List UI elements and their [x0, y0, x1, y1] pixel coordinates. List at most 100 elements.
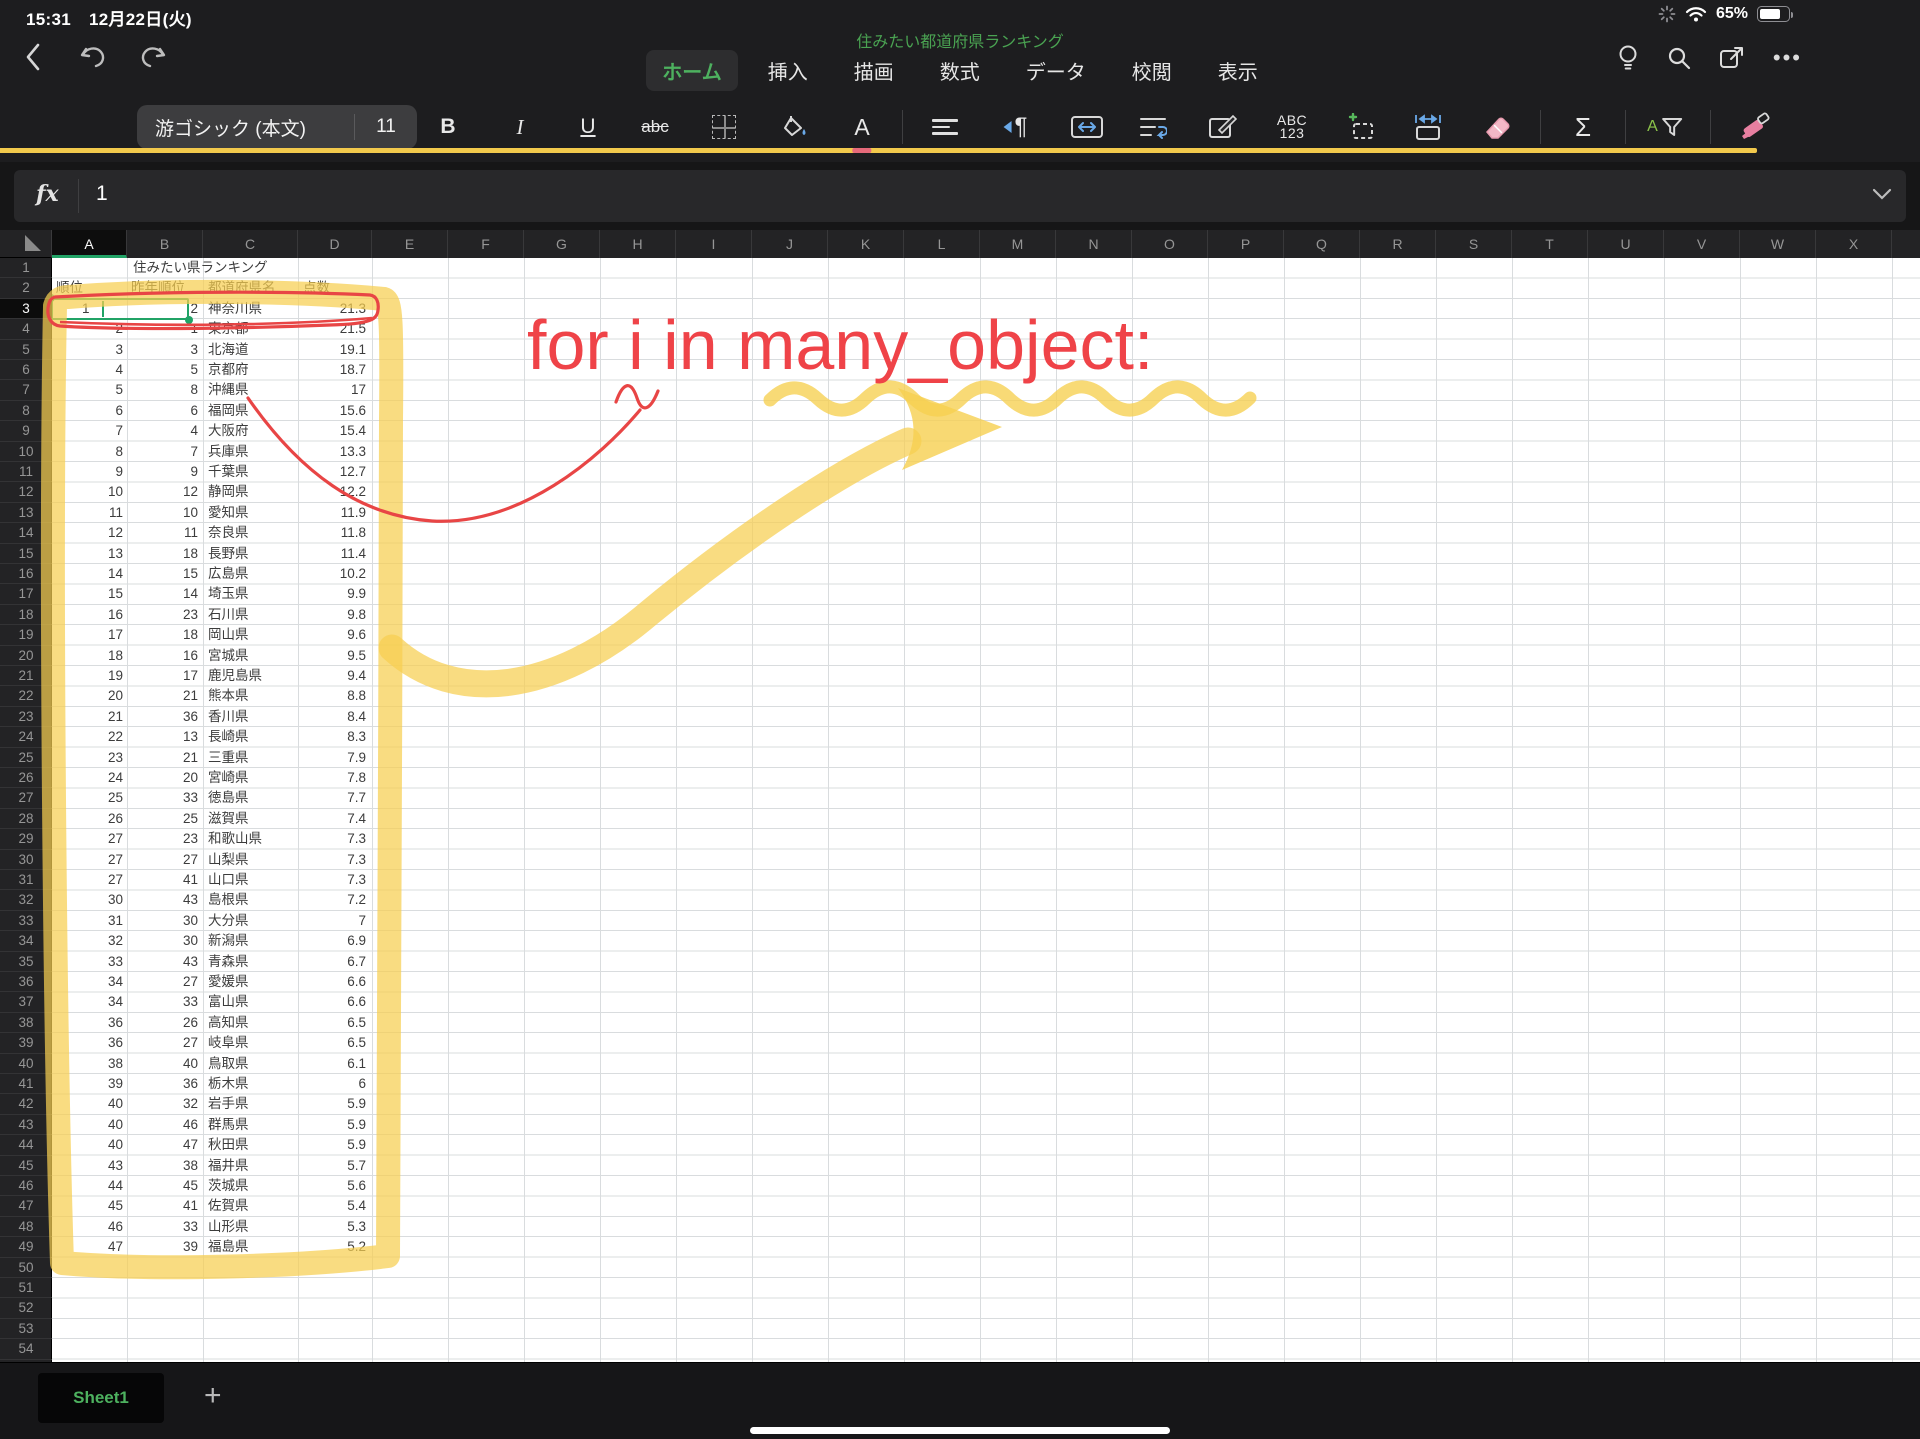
- cell-score[interactable]: 5.7: [298, 1156, 366, 1176]
- cell-rank[interactable]: 34: [52, 972, 123, 992]
- row-header-34[interactable]: 34: [0, 931, 52, 952]
- row-header-44[interactable]: 44: [0, 1135, 52, 1156]
- cell-prefecture[interactable]: 兵庫県: [208, 442, 249, 462]
- cell-score[interactable]: 12.7: [298, 462, 366, 482]
- row-header-14[interactable]: 14: [0, 523, 52, 544]
- cell-prev-rank[interactable]: 46: [127, 1115, 198, 1135]
- row-header-43[interactable]: 43: [0, 1115, 52, 1136]
- share-icon[interactable]: [1719, 45, 1745, 71]
- cell-rank[interactable]: 34: [52, 992, 123, 1012]
- cell-rank[interactable]: 24: [52, 768, 123, 788]
- row-header-47[interactable]: 47: [0, 1196, 52, 1217]
- cell-prefecture[interactable]: 東京都: [208, 319, 249, 339]
- sheet-tab-sheet1[interactable]: Sheet1: [38, 1373, 164, 1423]
- cell-prefecture[interactable]: 香川県: [208, 707, 249, 727]
- cell-prefecture[interactable]: 大分県: [208, 911, 249, 931]
- cell-prefecture[interactable]: 愛媛県: [208, 972, 249, 992]
- column-header-W[interactable]: W: [1740, 230, 1816, 258]
- cell-rank[interactable]: 46: [52, 1217, 123, 1237]
- cell-title[interactable]: 住みたい県ランキング: [133, 258, 268, 278]
- cell-prev-rank[interactable]: 11: [127, 523, 198, 543]
- tab-1[interactable]: 挿入: [752, 50, 824, 91]
- cell-prev-rank[interactable]: 15: [127, 564, 198, 584]
- cell-score[interactable]: 7: [298, 911, 366, 931]
- cell-score[interactable]: 7.3: [298, 870, 366, 890]
- cell-rank[interactable]: 27: [52, 829, 123, 849]
- cell-rank[interactable]: 11: [52, 503, 123, 523]
- cell-prev-rank[interactable]: 9: [127, 462, 198, 482]
- cell-prefecture[interactable]: 石川県: [208, 605, 249, 625]
- row-header-51[interactable]: 51: [0, 1278, 52, 1299]
- cell-style-button[interactable]: [1209, 105, 1237, 149]
- cell-rank[interactable]: 45: [52, 1196, 123, 1216]
- column-header-A[interactable]: A: [52, 230, 127, 258]
- align-button[interactable]: [932, 105, 958, 149]
- cell-prefecture[interactable]: 大阪府: [208, 421, 249, 441]
- cell-prefecture[interactable]: 沖縄県: [208, 380, 249, 400]
- cell-prefecture[interactable]: 山形県: [208, 1217, 249, 1237]
- cell-score[interactable]: 5.9: [298, 1115, 366, 1135]
- formula-input[interactable]: fx 1: [14, 170, 1906, 222]
- cell-score[interactable]: 5.2: [298, 1237, 366, 1257]
- cell-score[interactable]: 13.3: [298, 442, 366, 462]
- cell-prev-rank[interactable]: 27: [127, 850, 198, 870]
- cell-prev-rank[interactable]: 43: [127, 952, 198, 972]
- cell-rank[interactable]: 32: [52, 931, 123, 951]
- column-header-C[interactable]: C: [203, 230, 298, 258]
- column-header-O[interactable]: O: [1132, 230, 1208, 258]
- cell-score[interactable]: 11.9: [298, 503, 366, 523]
- cell-score[interactable]: 6.1: [298, 1054, 366, 1074]
- column-header-S[interactable]: S: [1436, 230, 1512, 258]
- tab-6[interactable]: 表示: [1202, 50, 1274, 91]
- cell-prefecture[interactable]: 滋賀県: [208, 809, 249, 829]
- cell-rank[interactable]: 36: [52, 1013, 123, 1033]
- row-header-25[interactable]: 25: [0, 748, 52, 768]
- cell-score[interactable]: 6: [298, 1074, 366, 1094]
- column-header-M[interactable]: M: [980, 230, 1056, 258]
- row-header-9[interactable]: 9: [0, 421, 52, 442]
- cell-rank[interactable]: 30: [52, 890, 123, 910]
- cell-prev-rank[interactable]: 16: [127, 646, 198, 666]
- ink-highlighter-button[interactable]: [1738, 105, 1772, 149]
- cell-score[interactable]: 6.6: [298, 972, 366, 992]
- column-header-G[interactable]: G: [524, 230, 600, 258]
- cell-prev-rank[interactable]: 21: [127, 686, 198, 706]
- row-header-12[interactable]: 12: [0, 482, 52, 503]
- row-header-22[interactable]: 22: [0, 686, 52, 707]
- cell-rank[interactable]: 36: [52, 1033, 123, 1053]
- row-header-29[interactable]: 29: [0, 829, 52, 850]
- cell-prefecture[interactable]: 埼玉県: [208, 584, 249, 604]
- cell-prev-rank[interactable]: 5: [127, 360, 198, 380]
- cell-prefecture[interactable]: 和歌山県: [208, 829, 262, 849]
- cell-prev-rank[interactable]: 41: [127, 870, 198, 890]
- cell-prev-rank[interactable]: 27: [127, 972, 198, 992]
- cell-prev-rank[interactable]: 4: [127, 421, 198, 441]
- cell-score[interactable]: 18.7: [298, 360, 366, 380]
- cell-prev-rank[interactable]: 23: [127, 605, 198, 625]
- row-header-11[interactable]: 11: [0, 462, 52, 483]
- cell-score[interactable]: 7.9: [298, 748, 366, 768]
- row-header-53[interactable]: 53: [0, 1319, 52, 1340]
- row-header-15[interactable]: 15: [0, 544, 52, 564]
- cell-rank[interactable]: 14: [52, 564, 123, 584]
- cell-prev-rank[interactable]: 14: [127, 584, 198, 604]
- cell-prev-rank[interactable]: 43: [127, 890, 198, 910]
- cell-prefecture[interactable]: 三重県: [208, 748, 249, 768]
- cell-rank[interactable]: 3: [52, 340, 123, 360]
- cell-score[interactable]: 5.3: [298, 1217, 366, 1237]
- cell-score[interactable]: 6.9: [298, 931, 366, 951]
- cell-prev-rank[interactable]: 36: [127, 707, 198, 727]
- cell-score[interactable]: 10.2: [298, 564, 366, 584]
- cell-rank[interactable]: 18: [52, 646, 123, 666]
- column-header-J[interactable]: J: [752, 230, 828, 258]
- row-header-48[interactable]: 48: [0, 1217, 52, 1238]
- row-header-32[interactable]: 32: [0, 890, 52, 911]
- cell-rank[interactable]: 27: [52, 870, 123, 890]
- row-header-19[interactable]: 19: [0, 625, 52, 646]
- cell-prefecture[interactable]: 愛知県: [208, 503, 249, 523]
- cell-prev-rank[interactable]: 13: [127, 727, 198, 747]
- cell-score[interactable]: 5.4: [298, 1196, 366, 1216]
- cell-prefecture[interactable]: 北海道: [208, 340, 249, 360]
- cell-rank[interactable]: 7: [52, 421, 123, 441]
- cell-prefecture[interactable]: 広島県: [208, 564, 249, 584]
